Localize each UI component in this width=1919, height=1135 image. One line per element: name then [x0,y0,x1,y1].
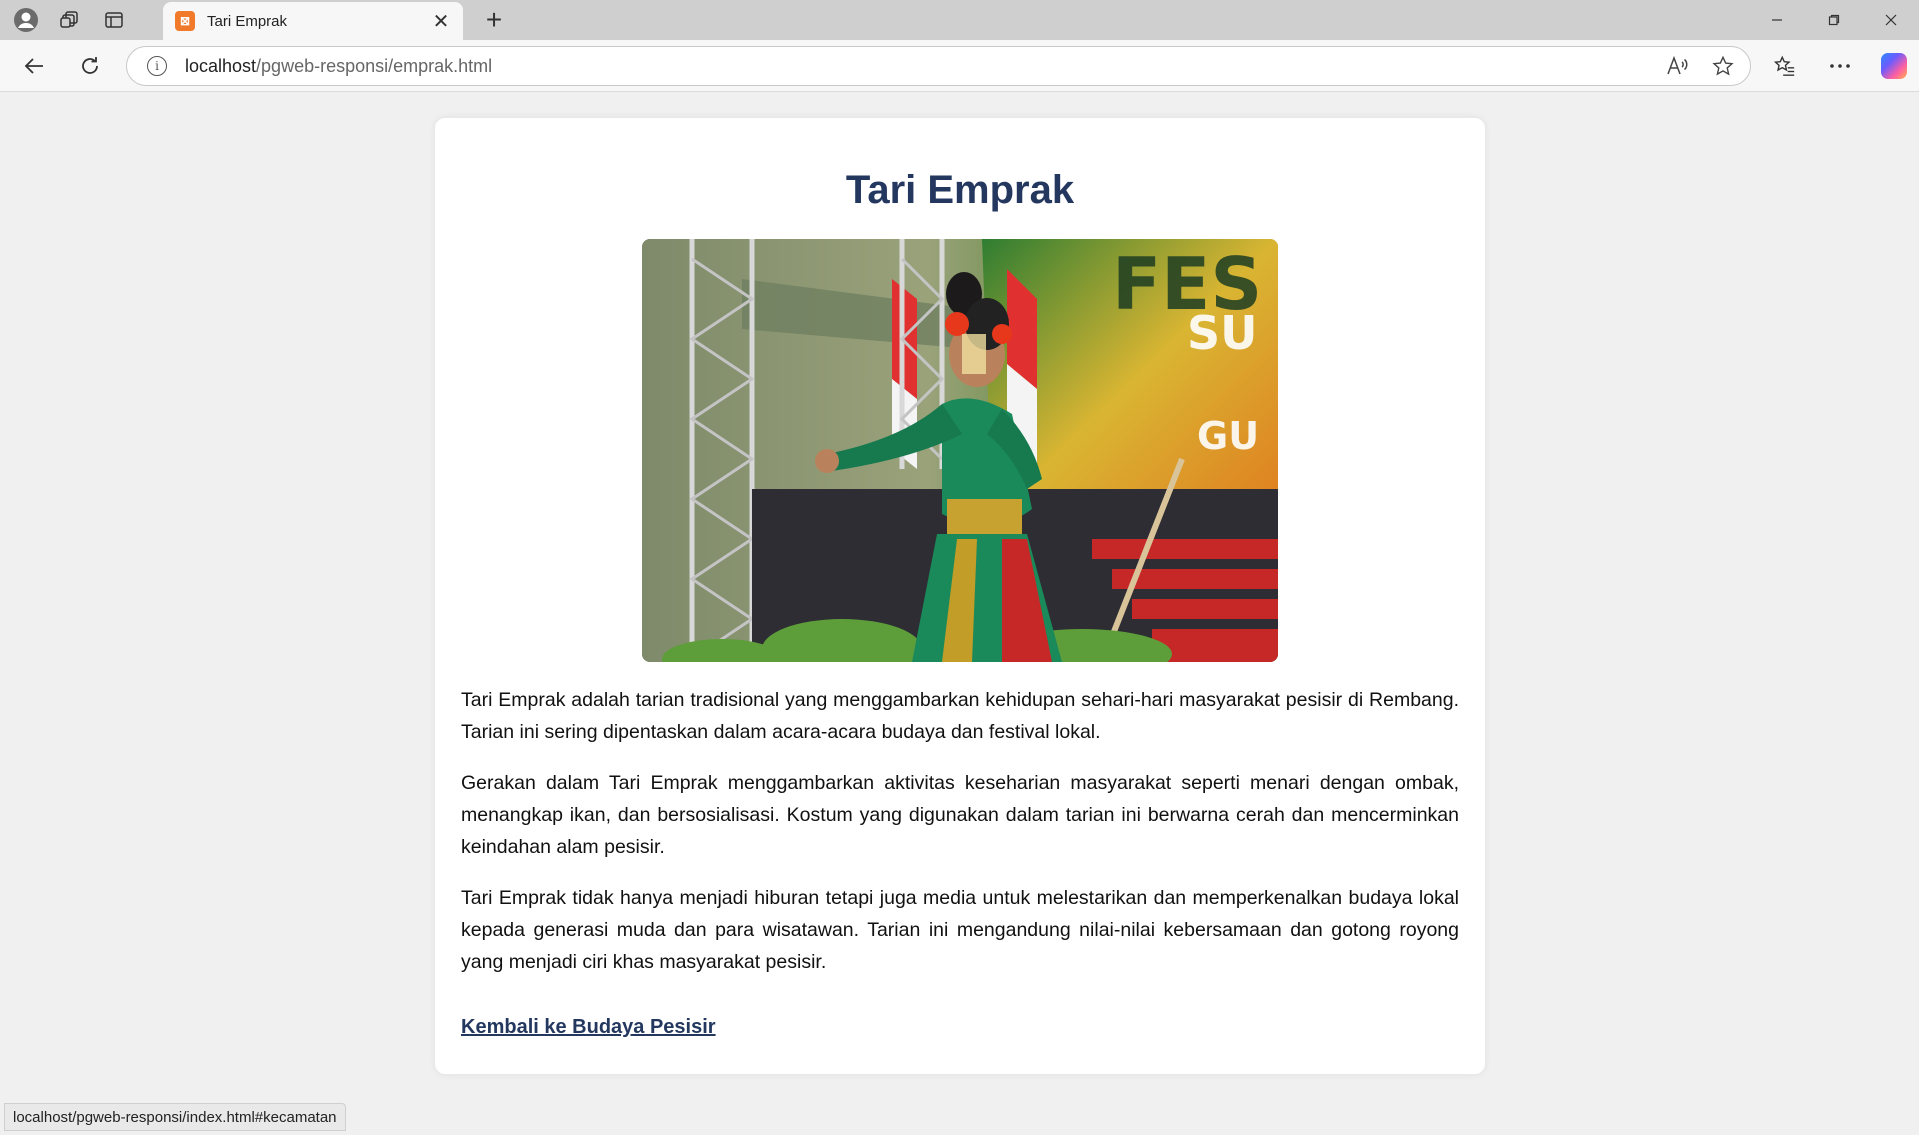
minimize-icon[interactable] [1748,0,1805,40]
svg-text:SU: SU [1187,306,1257,360]
browser-tab-bar: ⊠ Tari Emprak ✕ + [0,0,1919,40]
tab-title: Tari Emprak [207,12,288,30]
page-title: Tari Emprak [845,168,1075,212]
favorite-star-icon[interactable] [1710,53,1736,79]
window-controls [1748,0,1919,40]
address-bar[interactable]: i localhost/pgweb-responsi/emprak.html [126,46,1751,86]
browser-tab-active[interactable]: ⊠ Tari Emprak ✕ [163,2,463,40]
back-to-budaya-pesisir-link[interactable]: Kembali ke Budaya Pesisir [461,1016,716,1039]
close-tab-icon[interactable]: ✕ [429,9,453,34]
url-text: localhost/pgweb-responsi/emprak.html [185,56,492,77]
page-viewport: Tari Emprak FES SU GU Tari Emprak adalah… [0,92,1919,1135]
read-aloud-icon[interactable] [1664,53,1690,79]
back-arrow-icon[interactable] [16,48,52,84]
profile-icon[interactable] [8,2,44,38]
xampp-icon: ⊠ [175,11,195,31]
status-bar-url: localhost/pgweb-responsi/index.html#keca… [4,1103,346,1131]
close-window-icon[interactable] [1862,0,1919,40]
new-tab-icon[interactable]: + [478,4,510,36]
svg-text:GU: GU [1197,414,1259,458]
restore-icon[interactable] [1805,0,1862,40]
content-card: Tari Emprak FES SU GU Tari Emprak adalah… [435,118,1485,1074]
refresh-icon[interactable] [72,48,108,84]
browser-toolbar: i localhost/pgweb-responsi/emprak.html [0,40,1919,92]
more-options-icon[interactable] [1822,48,1858,84]
tab-actions-icon[interactable] [96,2,132,38]
paragraph-intro: Tari Emprak adalah tarian tradisional ya… [461,689,1459,743]
url-path: /pgweb-responsi/emprak.html [256,55,493,76]
paragraph-values: Tari Emprak tidak hanya menjadi hiburan … [461,887,1459,973]
paragraph-movement: Gerakan dalam Tari Emprak menggambarkan … [461,772,1459,858]
favorites-icon[interactable] [1767,48,1803,84]
workspaces-icon[interactable] [52,2,88,38]
url-host: localhost [185,55,257,76]
copilot-icon[interactable] [1876,48,1912,84]
site-info-icon[interactable]: i [147,56,167,76]
dancer-photo: FES SU GU [642,239,1278,662]
